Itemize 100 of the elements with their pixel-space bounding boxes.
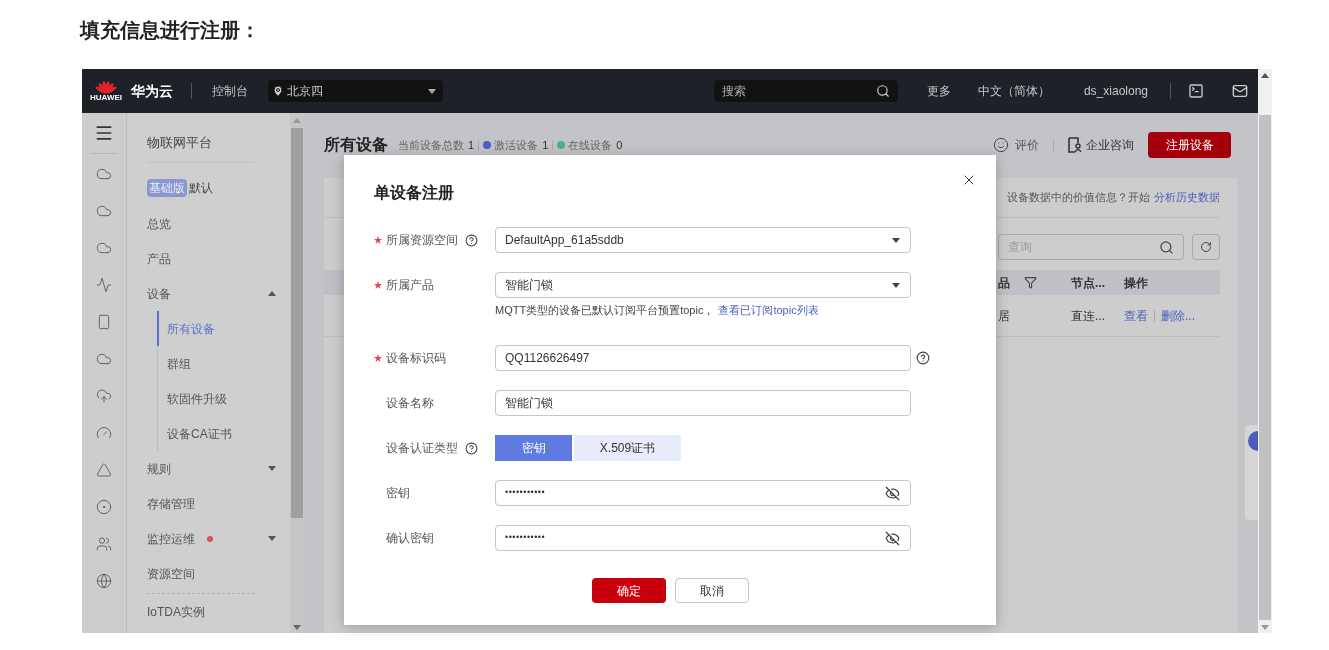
search-icon[interactable] [1159, 239, 1174, 255]
cancel-button[interactable]: 取消 [674, 578, 749, 603]
rate-link[interactable]: 评价 [1015, 136, 1039, 154]
sidebar-item[interactable]: 存储管理 [147, 486, 290, 521]
cloud-icon[interactable] [96, 240, 112, 256]
confirm-button[interactable]: 确定 [591, 578, 666, 603]
select-field[interactable]: DefaultApp_61a5sddb [495, 227, 911, 253]
help-icon[interactable] [465, 233, 478, 247]
group-icon[interactable] [96, 536, 112, 552]
input-field[interactable]: QQ1126626497 [495, 345, 911, 371]
column-header: 品 [998, 274, 1010, 292]
topic-list-link[interactable]: 查看已订阅topic列表 [718, 304, 819, 316]
help-icon[interactable] [916, 351, 930, 365]
sidebar-item[interactable]: 设备 [147, 276, 290, 311]
caret-icon [892, 237, 900, 243]
stat-label: 在线设备 [568, 137, 613, 153]
consult-link[interactable]: 企业咨询 [1086, 136, 1134, 154]
select-field[interactable]: 智能门锁 [495, 272, 911, 298]
logo-text: HUAWEI [90, 94, 122, 102]
smile-icon[interactable] [993, 137, 1009, 153]
device-icon[interactable] [96, 314, 112, 330]
dialog-title: 单设备注册 [374, 183, 455, 203]
wave-icon[interactable] [96, 277, 112, 293]
field-label: 设备认证类型 [386, 440, 458, 457]
topbar-link[interactable]: ds_xiaolong [1083, 82, 1148, 100]
auth-type-tab[interactable]: 密钥 [495, 435, 572, 461]
tip-text: 设备数据中的价值信息？开始 [1007, 190, 1150, 206]
cloud-icon[interactable] [96, 166, 112, 182]
table-cell-text: 居 [997, 307, 1011, 325]
topbar-link[interactable]: 更多 [926, 82, 951, 100]
location-icon [272, 85, 284, 97]
mail-icon[interactable] [1232, 83, 1248, 99]
input-field[interactable]: 智能门锁 [495, 390, 911, 416]
filter-icon[interactable] [1024, 276, 1037, 289]
globe-icon[interactable] [96, 573, 112, 589]
auth-type-tab[interactable]: X.509证书 [574, 435, 681, 461]
page-title: 所有设备 [324, 135, 388, 155]
sidebar-subitem[interactable]: 群组 [157, 346, 290, 381]
password-field[interactable]: ••••••••••• [495, 480, 911, 506]
field-label: 所属产品 [386, 277, 434, 294]
scroll-down-icon [293, 625, 301, 630]
field-label: 设备标识码 [386, 350, 446, 367]
stat-value: 1 [468, 137, 475, 153]
sidebar-subitem[interactable]: 设备CA证书 [157, 416, 290, 451]
sidebar-item[interactable]: 规则 [147, 451, 290, 486]
stat-label: 当前设备总数 [398, 137, 464, 153]
stat-value: 0 [616, 137, 623, 153]
assistant-icon[interactable] [1248, 431, 1258, 451]
password-field[interactable]: ••••••••••• [495, 525, 911, 551]
sidebar-item[interactable]: 资源空间 [147, 556, 290, 591]
refresh-icon [1200, 241, 1212, 253]
refresh-button[interactable] [1192, 234, 1220, 260]
sidebar-item[interactable]: 总览 [147, 206, 290, 241]
delete-link[interactable]: 删除... [1161, 306, 1195, 325]
sidebar-item[interactable]: 产品 [147, 241, 290, 276]
page-heading: 填充信息进行注册： [80, 17, 260, 43]
history-link[interactable]: 分析历史数据 [1154, 189, 1220, 206]
consult-icon[interactable] [1068, 137, 1082, 153]
field-label: 确认密钥 [386, 530, 434, 547]
sidebar-subitem[interactable]: 软固件升级 [157, 381, 290, 416]
help-icon[interactable] [465, 441, 478, 455]
stat-label: 激活设备 [494, 137, 539, 153]
stat-value: 1 [542, 137, 549, 153]
column-header: 节点... [1071, 274, 1106, 292]
region-select[interactable]: 北京四 [268, 80, 443, 102]
scroll-up-icon [1261, 73, 1269, 78]
table-cell-text: 直连... [1071, 307, 1106, 325]
scroll-up-icon [293, 118, 301, 123]
search-input[interactable]: 搜索 [721, 82, 862, 100]
caret-icon [892, 282, 900, 288]
register-device-button[interactable]: 注册设备 [1148, 132, 1231, 158]
menu-icon[interactable] [94, 123, 114, 143]
cloud-icon[interactable] [96, 351, 112, 367]
sidebar-scrollbar[interactable] [290, 113, 304, 633]
sidebar-title: 物联网平台 [147, 134, 213, 149]
field-label: 设备名称 [386, 395, 434, 412]
cloud-icon[interactable] [96, 203, 112, 219]
terminal-icon[interactable] [1188, 83, 1204, 99]
gauge-icon[interactable] [96, 425, 112, 441]
logo-icon [94, 80, 118, 94]
sidebar-item[interactable]: 监控运维 [147, 521, 290, 556]
view-link[interactable]: 查看 [1124, 306, 1148, 325]
search-box[interactable]: 搜索 [713, 80, 898, 102]
edition-badge: 基础版 [147, 179, 187, 197]
hide-password-icon[interactable] [885, 530, 900, 546]
scroll-down-icon [1261, 625, 1269, 630]
instance-label[interactable]: 默认 [189, 179, 213, 197]
cloud-upload-icon[interactable] [96, 388, 112, 404]
hint-text: MQTT类型的设备已默认订阅平台预置topic， [495, 304, 715, 316]
page-scrollbar[interactable] [1258, 69, 1272, 633]
brand-name[interactable]: 华为云 [131, 80, 173, 102]
column-header: 操作 [1124, 274, 1149, 292]
hide-password-icon[interactable] [885, 485, 900, 501]
field-label: 所属资源空间 [386, 232, 458, 249]
caret-icon [428, 88, 436, 94]
field-label: 密钥 [386, 485, 410, 502]
topbar-link[interactable]: 中文（简体） [977, 82, 1050, 100]
console-link[interactable]: 控制台 [212, 82, 248, 100]
search-icon[interactable] [875, 84, 890, 98]
sidebar-item[interactable]: IoTDA实例 [147, 594, 290, 629]
